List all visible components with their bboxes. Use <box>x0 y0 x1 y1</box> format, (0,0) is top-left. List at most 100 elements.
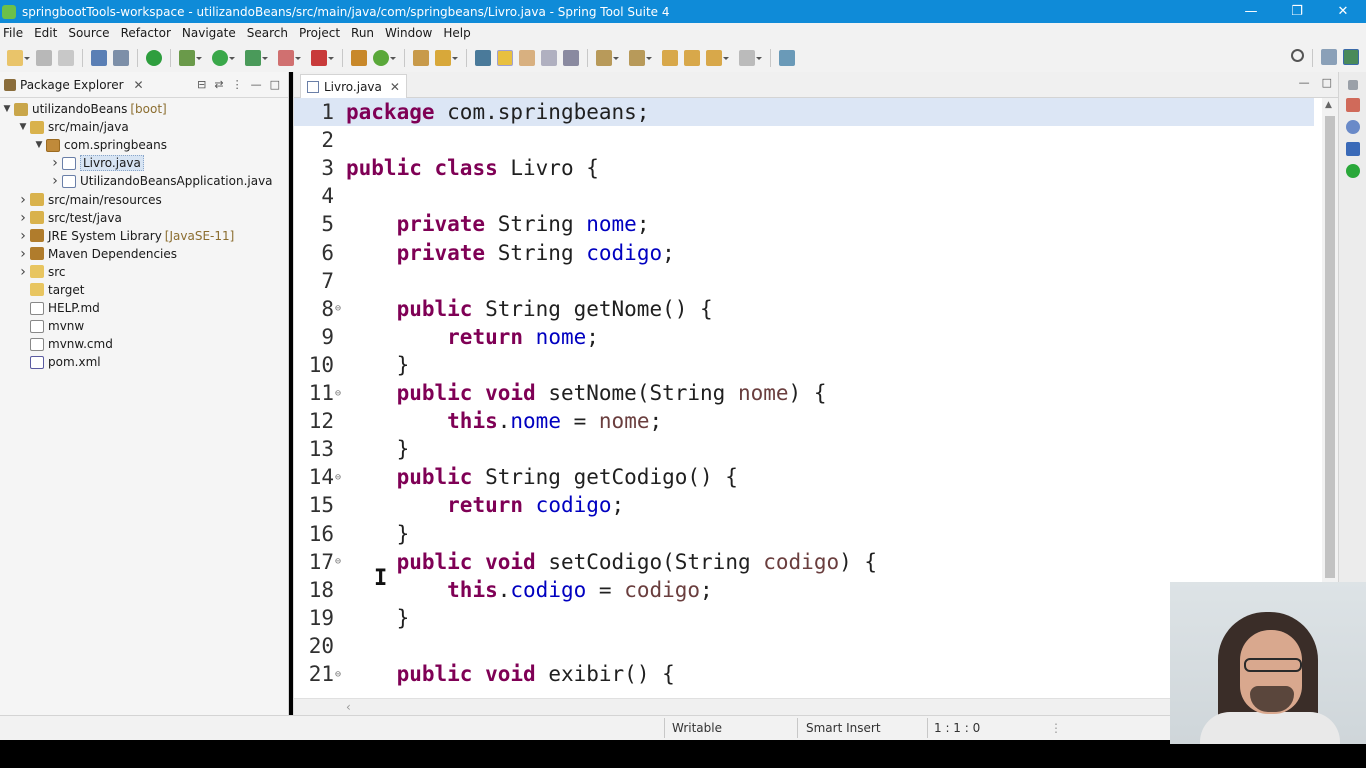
code-line[interactable]: 8 ⊖ public String getNome() { <box>294 295 1314 323</box>
fold-toggle-icon[interactable]: ⊖ <box>334 669 346 680</box>
forward-arrow-icon[interactable] <box>739 49 762 66</box>
save-icon[interactable] <box>36 49 52 66</box>
menu-source[interactable]: Source <box>65 26 117 40</box>
restore-button[interactable]: ❐ <box>1274 0 1320 23</box>
code-line[interactable]: 17 ⊖ public void setCodigo(String codigo)… <box>294 548 1314 576</box>
chevron-right-icon[interactable]: › <box>48 155 62 171</box>
fold-toggle-icon[interactable]: ⊖ <box>334 556 346 567</box>
tree-item[interactable]: › JRE System Library [JavaSE-11] <box>0 227 288 245</box>
open-perspective-icon[interactable] <box>1321 49 1337 65</box>
minimize-editor-icon[interactable]: — <box>1299 76 1310 89</box>
block-selection-icon[interactable] <box>541 49 557 66</box>
save-all-icon[interactable] <box>58 49 74 66</box>
scrollbar-thumb[interactable] <box>1325 116 1335 578</box>
spring-boot-dashboard-icon[interactable] <box>146 49 162 66</box>
close-button[interactable]: ✕ <box>1320 0 1366 23</box>
code-line[interactable]: 12 this.nome = nome; <box>294 407 1314 435</box>
new-icon[interactable] <box>7 49 30 66</box>
tree-item[interactable]: ▼ utilizandoBeans [boot] <box>0 100 288 118</box>
menu-file[interactable]: File <box>0 26 31 40</box>
menu-edit[interactable]: Edit <box>31 26 65 40</box>
tree-item[interactable]: ▼ src/main/java <box>0 118 288 136</box>
tree-item[interactable]: › src/main/resources <box>0 190 288 208</box>
code-line[interactable]: 1 package com.springbeans; <box>294 98 1314 126</box>
debug-icon[interactable] <box>179 49 202 66</box>
open-task-icon[interactable] <box>475 49 491 66</box>
open-type-icon[interactable] <box>413 49 429 66</box>
menu-refactor[interactable]: Refactor <box>118 26 179 40</box>
next-annotation-icon[interactable] <box>596 49 619 66</box>
stop-icon[interactable] <box>278 49 301 66</box>
editor-tab-livro[interactable]: Livro.java ✕ <box>300 74 407 98</box>
chevron-right-icon[interactable]: › <box>16 210 30 226</box>
code-line[interactable]: 19 } <box>294 604 1314 632</box>
minimize-button[interactable]: — <box>1228 0 1274 23</box>
tree-item[interactable]: › src <box>0 263 288 281</box>
chevron-right-icon[interactable]: › <box>16 246 30 262</box>
last-edit-location-icon[interactable] <box>662 49 678 66</box>
code-line[interactable]: 18 this.codigo = codigo; <box>294 576 1314 604</box>
external-tools-icon[interactable] <box>311 49 334 66</box>
back-icon[interactable] <box>684 49 700 66</box>
code-line[interactable]: 15 return codigo; <box>294 491 1314 519</box>
collapse-all-icon[interactable]: ⊟ <box>197 78 206 91</box>
previous-annotation-icon[interactable] <box>629 49 652 66</box>
code-line[interactable]: 16 } <box>294 520 1314 548</box>
scroll-left-icon[interactable]: ‹ <box>346 700 351 714</box>
menu-window[interactable]: Window <box>382 26 440 40</box>
menu-help[interactable]: Help <box>440 26 478 40</box>
package-explorer-tab[interactable]: Package Explorer ✕ ⊟ ⇄ ⋮ — □ <box>0 72 288 98</box>
new-class-icon[interactable] <box>373 49 396 66</box>
outline-icon[interactable] <box>1345 98 1360 112</box>
code-line[interactable]: 7 <box>294 267 1314 295</box>
code-line[interactable]: 6 private String codigo; <box>294 239 1314 267</box>
code-line[interactable]: 3 public class Livro { <box>294 154 1314 182</box>
mark-occurrences-icon[interactable] <box>497 49 513 66</box>
minimize-view-icon[interactable]: — <box>251 78 262 91</box>
code-line[interactable]: 2 <box>294 126 1314 154</box>
menu-project[interactable]: Project <box>296 26 348 40</box>
new-java-project-icon[interactable] <box>351 49 367 66</box>
scroll-up-icon[interactable]: ▲ <box>1325 100 1332 110</box>
code-line[interactable]: 9 return nome; <box>294 323 1314 351</box>
chevron-right-icon[interactable]: › <box>16 192 30 208</box>
tree-item[interactable]: › Maven Dependencies <box>0 245 288 263</box>
menu-run[interactable]: Run <box>348 26 382 40</box>
view-menu-icon[interactable]: ⋮ <box>232 78 243 91</box>
run-icon[interactable] <box>212 49 235 66</box>
close-icon[interactable]: ✕ <box>390 80 400 94</box>
tree-item[interactable]: › src/test/java <box>0 209 288 227</box>
menu-navigate[interactable]: Navigate <box>179 26 244 40</box>
tree-item[interactable]: › UtilizandoBeansApplication.java <box>0 172 288 190</box>
code-line[interactable]: 4 <box>294 182 1314 210</box>
javadoc-icon[interactable] <box>1345 120 1360 134</box>
maximize-view-icon[interactable]: □ <box>270 78 280 91</box>
tree-item[interactable]: HELP.md <box>0 299 288 317</box>
code-line[interactable]: 5 private String nome; <box>294 210 1314 238</box>
chevron-right-icon[interactable]: › <box>48 173 62 189</box>
tree-item[interactable]: target <box>0 281 288 299</box>
code-line[interactable]: 13 } <box>294 435 1314 463</box>
word-wrap-icon[interactable] <box>519 49 535 66</box>
chevron-down-icon[interactable]: ▼ <box>16 122 30 132</box>
tree-item[interactable]: pom.xml <box>0 353 288 371</box>
maximize-editor-icon[interactable]: □ <box>1322 76 1332 89</box>
fold-toggle-icon[interactable]: ⊖ <box>334 303 346 314</box>
chevron-down-icon[interactable]: ▼ <box>32 140 46 150</box>
link-with-editor-icon[interactable]: ⇄ <box>214 78 223 91</box>
search-icon[interactable] <box>1291 49 1304 62</box>
code-line[interactable]: 10 } <box>294 351 1314 379</box>
fold-toggle-icon[interactable]: ⊖ <box>334 472 346 483</box>
code-line[interactable]: 14 ⊖ public String getCodigo() { <box>294 463 1314 491</box>
fold-toggle-icon[interactable]: ⊖ <box>334 388 346 399</box>
restore-view-icon[interactable] <box>1347 80 1358 90</box>
chevron-right-icon[interactable]: › <box>16 228 30 244</box>
back-arrow-icon[interactable] <box>706 49 729 66</box>
tree-item[interactable]: › Livro.java <box>0 154 288 172</box>
code-line[interactable]: 21 ⊖ public void exibir() { <box>294 660 1314 688</box>
code-line[interactable]: 20 <box>294 632 1314 660</box>
chevron-right-icon[interactable]: › <box>16 264 30 280</box>
close-icon[interactable]: ✕ <box>134 78 144 92</box>
console-icon[interactable] <box>91 49 107 66</box>
tree-item[interactable]: ▼ com.springbeans <box>0 136 288 154</box>
